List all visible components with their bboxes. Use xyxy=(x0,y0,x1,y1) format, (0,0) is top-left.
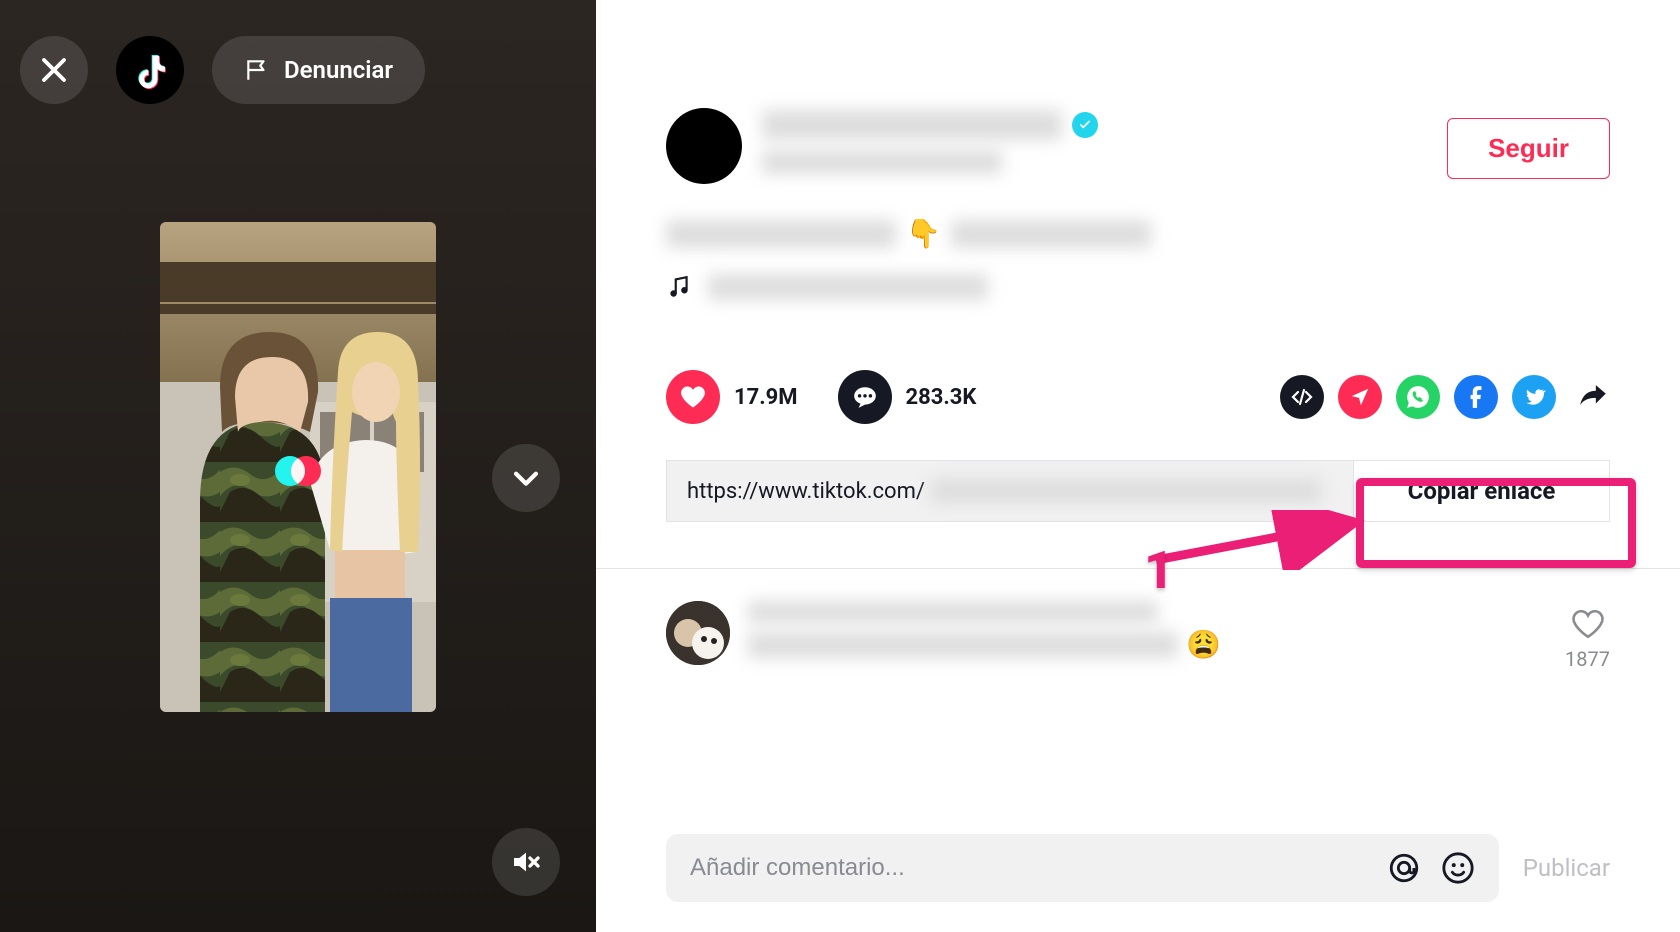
embed-icon xyxy=(1290,385,1314,409)
comment-stat[interactable]: 283.3K xyxy=(838,370,977,424)
mute-button[interactable] xyxy=(492,828,560,896)
comment-like-button[interactable]: 1877 xyxy=(1565,607,1610,671)
comment-input-field[interactable] xyxy=(690,854,1371,882)
tiktok-icon xyxy=(130,50,170,90)
mention-icon[interactable] xyxy=(1387,851,1421,885)
annotation-step-number: 1 xyxy=(1144,540,1174,601)
tiktok-logo[interactable] xyxy=(116,36,184,104)
comment-text xyxy=(748,632,1178,658)
whatsapp-button[interactable] xyxy=(1396,375,1440,419)
share-more-button[interactable] xyxy=(1576,378,1610,416)
commenter-avatar[interactable] xyxy=(666,601,730,665)
flag-icon xyxy=(244,57,270,83)
embed-button[interactable] xyxy=(1280,375,1324,419)
author-display-name xyxy=(762,150,1002,174)
facebook-icon xyxy=(1463,384,1489,410)
verified-badge-icon xyxy=(1072,112,1098,138)
next-video-button[interactable] xyxy=(492,444,560,512)
video-caption: 👇 xyxy=(596,184,1680,248)
video-details-panel: Seguir 👇 17.9M xyxy=(596,0,1680,932)
copy-link-button[interactable]: Copiar enlace xyxy=(1353,461,1609,521)
loading-icon xyxy=(269,442,327,500)
weary-face-emoji: 😩 xyxy=(1186,631,1221,659)
twitter-button[interactable] xyxy=(1512,375,1556,419)
report-label: Denunciar xyxy=(284,56,393,84)
report-button[interactable]: Denunciar xyxy=(212,36,425,104)
volume-mute-icon xyxy=(510,846,542,878)
video-thumbnail[interactable] xyxy=(160,222,436,712)
share-link-row: https://www.tiktok.com/ Copiar enlace xyxy=(666,460,1610,522)
twitter-icon xyxy=(1522,385,1546,409)
share-arrow-icon xyxy=(1576,378,1610,412)
facebook-button[interactable] xyxy=(1454,375,1498,419)
heart-icon xyxy=(666,370,720,424)
like-stat[interactable]: 17.9M xyxy=(666,370,798,424)
pointing-down-emoji: 👇 xyxy=(906,220,941,248)
chevron-down-icon xyxy=(509,461,543,495)
commenter-name[interactable] xyxy=(748,601,1158,623)
whatsapp-icon xyxy=(1405,384,1431,410)
comment-input[interactable] xyxy=(666,834,1499,902)
comment-icon xyxy=(838,370,892,424)
video-player-panel: Denunciar xyxy=(0,0,596,932)
music-title xyxy=(708,274,988,300)
follow-button[interactable]: Seguir xyxy=(1447,118,1610,179)
comment-like-count: 1877 xyxy=(1565,647,1610,671)
send-icon xyxy=(1349,386,1371,408)
close-icon xyxy=(39,55,69,85)
music-row[interactable] xyxy=(596,248,1680,300)
like-count: 17.9M xyxy=(734,385,798,410)
comment-count: 283.3K xyxy=(906,385,977,410)
music-note-icon xyxy=(666,274,692,300)
send-button[interactable] xyxy=(1338,375,1382,419)
comment-input-row: Publicar xyxy=(666,834,1610,902)
publish-button[interactable]: Publicar xyxy=(1523,854,1610,882)
heart-outline-icon xyxy=(1571,607,1605,641)
share-link-text[interactable]: https://www.tiktok.com/ xyxy=(667,461,1353,521)
comment-item: 😩 1877 xyxy=(596,569,1680,671)
author-username[interactable] xyxy=(762,110,1062,140)
author-avatar[interactable] xyxy=(666,108,742,184)
close-button[interactable] xyxy=(20,36,88,104)
emoji-icon[interactable] xyxy=(1441,851,1475,885)
